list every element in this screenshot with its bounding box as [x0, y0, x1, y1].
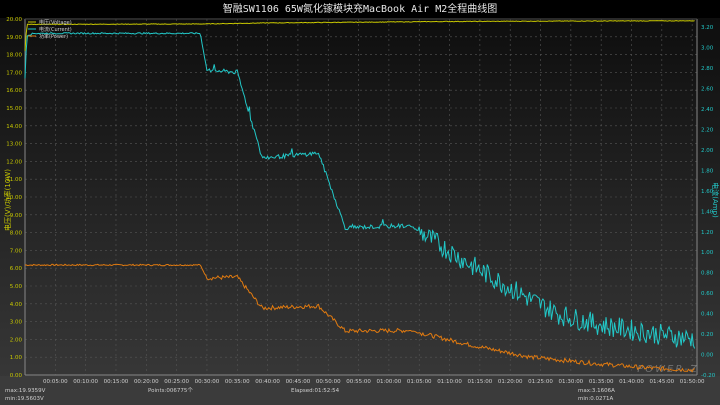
left-tick-label: 16.00: [6, 88, 22, 94]
x-tick-label: 01:45:00: [649, 379, 674, 385]
x-tick-label: 00:20:00: [134, 379, 159, 385]
left-tick-label: 0.00: [10, 373, 23, 379]
x-tick-label: 01:35:00: [589, 379, 614, 385]
x-tick-label: 00:15:00: [104, 379, 129, 385]
left-tick-label: 15.00: [6, 106, 22, 112]
left-tick-label: 4.00: [10, 302, 23, 308]
x-tick-label: 00:30:00: [195, 379, 220, 385]
footer-current-min: min:0.0271A: [578, 396, 613, 402]
right-tick-label: 2.20: [701, 127, 714, 133]
left-tick-label: 14.00: [6, 124, 22, 130]
right-tick-label: 3.00: [701, 46, 714, 52]
left-tick-label: 7.00: [10, 248, 23, 254]
chart: 智融SW1106 65W氮化镓模块充MacBook Air M2全程曲线图 0.…: [0, 0, 720, 405]
x-tick-label: 00:45:00: [286, 379, 311, 385]
x-tick-label: 00:05:00: [43, 379, 68, 385]
footer-voltage-max: max:19.9359V: [5, 388, 46, 394]
legend-label: 功率(Power): [39, 33, 68, 40]
grid: [25, 18, 697, 375]
left-axis-label: 电压(V)/功率(10W): [3, 169, 12, 231]
left-tick-label: 1.00: [10, 355, 23, 361]
right-tick-label: 0.20: [701, 332, 714, 338]
left-tick-label: 2.00: [10, 337, 23, 343]
x-tick-label: 00:35:00: [225, 379, 250, 385]
right-tick-label: 2.80: [701, 66, 714, 72]
x-tick-label: 00:10:00: [73, 379, 98, 385]
right-tick-label: 0.80: [701, 271, 714, 277]
left-tick-label: 12.00: [6, 159, 22, 165]
left-tick-label: 20.00: [6, 17, 22, 23]
x-tick-label: 01:15:00: [468, 379, 493, 385]
chart-title: 智融SW1106 65W氮化镓模块充MacBook Air M2全程曲线图: [223, 2, 498, 15]
footer-points: Points:006775个: [148, 387, 193, 394]
x-tick-label: 01:20:00: [498, 379, 523, 385]
legend-label: 电流(Current): [39, 26, 72, 33]
left-tick-label: 3.00: [10, 320, 23, 326]
x-tick-label: 01:00:00: [377, 379, 402, 385]
background: [0, 0, 720, 405]
x-tick-label: 01:40:00: [619, 379, 644, 385]
left-tick-label: 6.00: [10, 266, 23, 272]
footer-elapsed: Elapsed:01:52:54: [291, 388, 340, 394]
x-tick-label: 01:25:00: [528, 379, 553, 385]
left-tick-label: 17.00: [6, 70, 22, 76]
right-tick-label: 0.00: [701, 353, 714, 359]
right-axis-label: 电流(Amp): [711, 182, 720, 218]
footer-voltage-min: min:19.5603V: [5, 396, 44, 402]
right-tick-label: 0.60: [701, 291, 714, 297]
x-tick-label: 00:25:00: [164, 379, 189, 385]
right-tick-label: 2.40: [701, 107, 714, 113]
x-tick-label: 01:05:00: [407, 379, 432, 385]
x-tick-label: 01:50:00: [680, 379, 705, 385]
right-tick-label: 2.60: [701, 87, 714, 93]
x-tick-label: 01:10:00: [437, 379, 462, 385]
left-tick-label: 18.00: [6, 53, 22, 59]
x-tick-label: 00:40:00: [255, 379, 280, 385]
x-tick-label: 01:30:00: [558, 379, 583, 385]
right-tick-label: 3.20: [701, 25, 714, 31]
right-tick-label: 0.40: [701, 312, 714, 318]
right-tick-label: 1.20: [701, 230, 714, 236]
right-tick-label: 1.00: [701, 250, 714, 256]
footer-current-max: max:3.1606A: [578, 388, 615, 394]
right-tick-label: 2.00: [701, 148, 714, 154]
left-tick-label: 13.00: [6, 142, 22, 148]
x-tick-label: 00:55:00: [346, 379, 371, 385]
legend-label: 电压(Voltage): [39, 19, 72, 26]
left-tick-label: 5.00: [10, 284, 23, 290]
right-tick-label: 1.80: [701, 168, 714, 174]
left-tick-label: 19.00: [6, 35, 22, 41]
x-tick-label: 00:50:00: [316, 379, 341, 385]
